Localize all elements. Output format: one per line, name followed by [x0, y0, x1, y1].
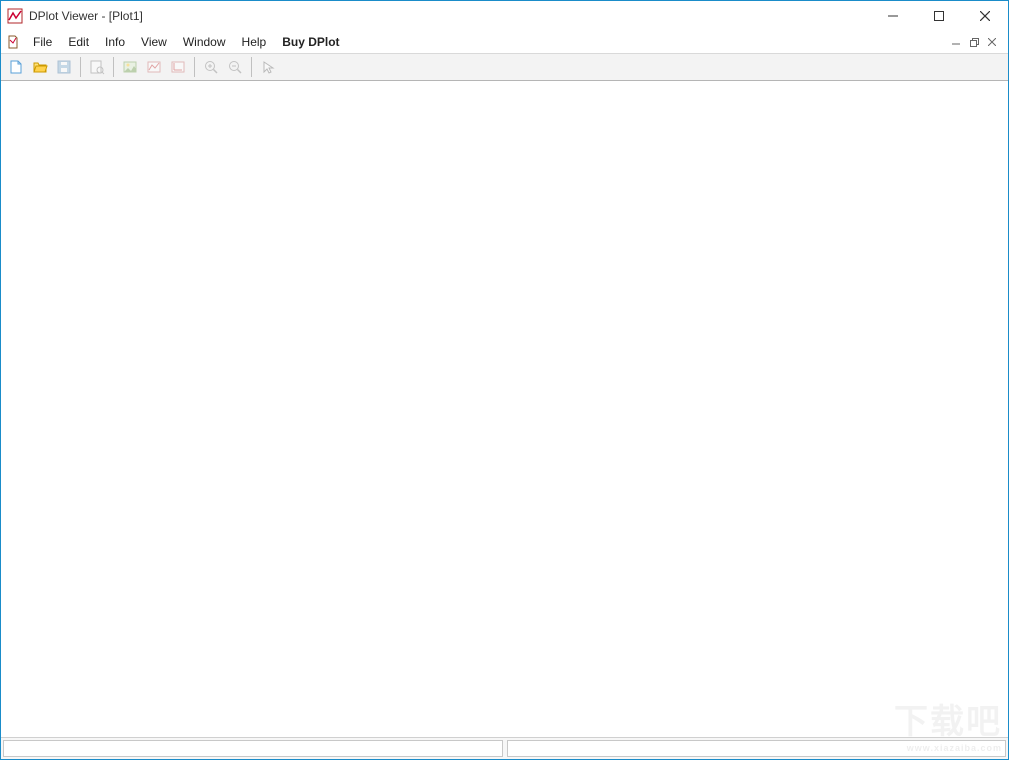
app-icon [7, 8, 23, 24]
toolbar-manual-scale-button[interactable] [167, 56, 189, 78]
toolbar-data-button[interactable] [143, 56, 165, 78]
zoom-out-icon [227, 59, 243, 75]
save-icon [56, 59, 72, 75]
new-file-icon [8, 59, 24, 75]
minimize-button[interactable] [870, 1, 916, 31]
menu-edit[interactable]: Edit [60, 33, 97, 51]
menu-window[interactable]: Window [175, 33, 234, 51]
document-icon [5, 34, 21, 50]
mdi-close-button[interactable] [984, 34, 1000, 50]
status-right-pane [507, 740, 1007, 757]
mdi-restore-button[interactable] [966, 34, 982, 50]
status-bar [1, 737, 1008, 759]
window-title: DPlot Viewer - [Plot1] [29, 9, 143, 23]
toolbar-print-preview-button[interactable] [86, 56, 108, 78]
toolbar-save-button[interactable] [53, 56, 75, 78]
restore-icon [970, 38, 979, 47]
mdi-minimize-button[interactable] [948, 34, 964, 50]
minimize-icon [888, 11, 898, 21]
zoom-in-icon [203, 59, 219, 75]
close-button[interactable] [962, 1, 1008, 31]
minimize-icon [952, 38, 960, 46]
axes-icon [170, 59, 186, 75]
cursor-icon [260, 59, 276, 75]
open-folder-icon [32, 59, 48, 75]
toolbar-separator [80, 57, 81, 77]
menu-info[interactable]: Info [97, 33, 133, 51]
toolbar-zoom-out-button[interactable] [224, 56, 246, 78]
title-bar: DPlot Viewer - [Plot1] [1, 1, 1008, 31]
plot-area[interactable] [2, 82, 1007, 736]
toolbar-open-button[interactable] [29, 56, 51, 78]
menu-bar: File Edit Info View Window Help Buy DPlo… [1, 31, 1008, 53]
status-left-pane [3, 740, 503, 757]
window-controls [870, 1, 1008, 31]
toolbar-zoom-in-button[interactable] [200, 56, 222, 78]
maximize-button[interactable] [916, 1, 962, 31]
toolbar-cursor-button[interactable] [257, 56, 279, 78]
app-window: DPlot Viewer - [Plot1] File Edit Info Vi… [0, 0, 1009, 760]
menu-help[interactable]: Help [234, 33, 275, 51]
toolbar-separator [251, 57, 252, 77]
data-icon [146, 59, 162, 75]
toolbar-bitmap-button[interactable] [119, 56, 141, 78]
maximize-icon [934, 11, 944, 21]
close-icon [980, 11, 990, 21]
print-preview-icon [89, 59, 105, 75]
toolbar-separator [113, 57, 114, 77]
toolbar-separator [194, 57, 195, 77]
menu-buy-dplot[interactable]: Buy DPlot [274, 33, 347, 51]
toolbar-new-button[interactable] [5, 56, 27, 78]
toolbar [1, 53, 1008, 81]
mdi-controls [948, 34, 1004, 50]
picture-icon [122, 59, 138, 75]
menu-view[interactable]: View [133, 33, 175, 51]
close-icon [988, 38, 996, 46]
menu-file[interactable]: File [25, 33, 60, 51]
